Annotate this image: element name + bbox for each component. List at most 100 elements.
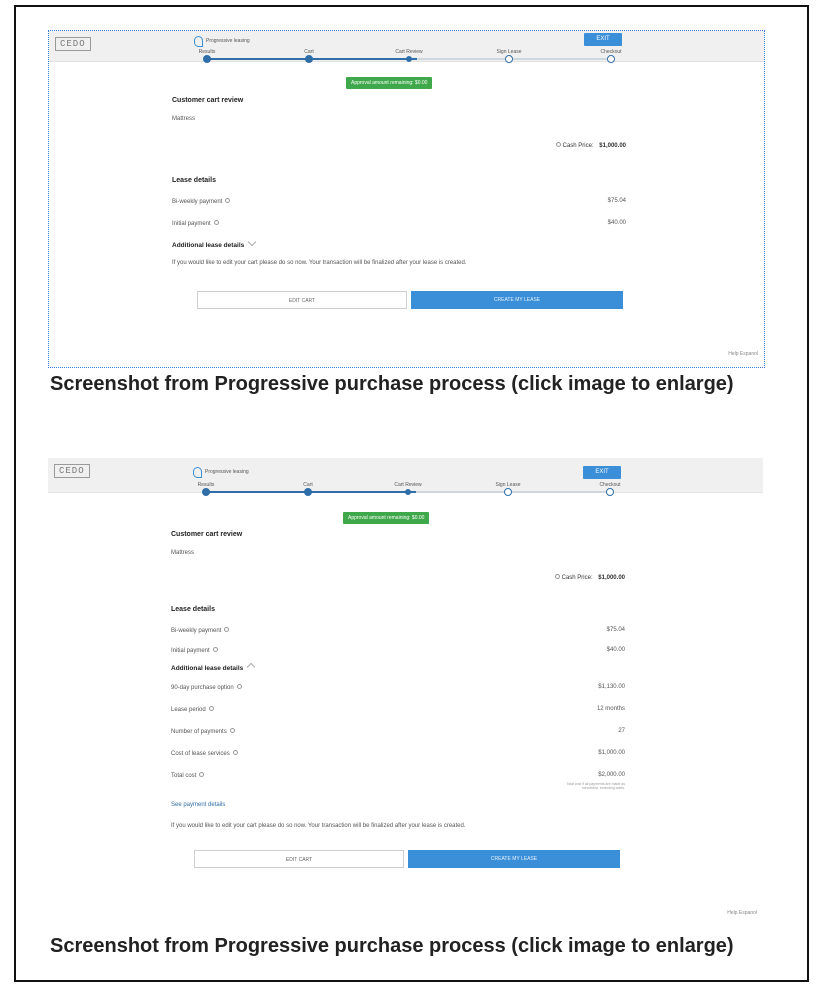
initial-label: Initial payment bbox=[171, 648, 210, 654]
lease-period-label: Lease period bbox=[171, 707, 206, 713]
progressive-brand: Progressive leasing bbox=[194, 35, 250, 47]
lease-details-title: Lease details bbox=[172, 177, 216, 184]
cost-value: $1,000.00 bbox=[598, 750, 625, 756]
additional-lease-toggle[interactable]: Additional lease details bbox=[171, 662, 256, 672]
cash-price-value: $1,000.00 bbox=[598, 575, 625, 581]
step-sign-lease: Sign Lease bbox=[479, 49, 539, 63]
step-cart: Cart bbox=[279, 49, 339, 63]
info-icon bbox=[555, 142, 561, 147]
lease-details-title: Lease details bbox=[171, 606, 215, 613]
caption-2: Screenshot from Progressive purchase pro… bbox=[50, 935, 734, 957]
number-of-payments: Number of payments bbox=[171, 728, 235, 735]
edit-cart-note: If you would like to edit your cart plea… bbox=[171, 823, 466, 829]
chevron-down-icon bbox=[248, 237, 257, 247]
info-icon[interactable] bbox=[232, 750, 238, 755]
cart-item: Mattress bbox=[171, 550, 195, 556]
store-logo: CEDO bbox=[55, 37, 91, 51]
step-cart: Cart bbox=[278, 482, 338, 496]
cash-price-label: Cash Price: bbox=[562, 143, 594, 149]
progressive-brand: Progressive leasing bbox=[193, 466, 249, 478]
step-dot bbox=[304, 488, 312, 496]
progressive-logo-icon bbox=[194, 35, 203, 47]
cart-item: Mattress bbox=[172, 116, 196, 122]
step-checkout: Checkout bbox=[581, 49, 641, 63]
cost-of-lease: Cost of lease services bbox=[171, 750, 238, 757]
exit-button[interactable]: EXIT bbox=[583, 466, 621, 479]
initial-value: $40.00 bbox=[607, 220, 626, 226]
edit-cart-button[interactable]: EDIT CART bbox=[197, 291, 407, 309]
purchase-option-label: 90-day purchase option bbox=[171, 685, 234, 691]
footer-links[interactable]: Help Espanol bbox=[728, 351, 758, 357]
additional-lease-toggle[interactable]: Additional lease details bbox=[172, 237, 257, 249]
info-icon[interactable] bbox=[224, 627, 230, 632]
screenshot-2[interactable]: CEDO Progressive leasing EXIT Results Ca… bbox=[48, 458, 763, 928]
info-icon[interactable] bbox=[229, 728, 235, 733]
step-dot bbox=[405, 489, 411, 495]
total-label: Total cost bbox=[171, 773, 197, 779]
step-results: Results bbox=[176, 482, 236, 496]
biweekly-value: $75.04 bbox=[607, 198, 626, 204]
biweekly-label: Bi-weekly payment bbox=[172, 199, 223, 205]
brand-name: Progressive leasing bbox=[205, 469, 249, 475]
step-dot bbox=[606, 488, 614, 496]
step-cart-review: Cart Review bbox=[379, 49, 439, 62]
step-sign-lease: Sign Lease bbox=[478, 482, 538, 496]
step-cart-review: Cart Review bbox=[378, 482, 438, 495]
chevron-up-icon bbox=[247, 662, 256, 672]
purchase-option: 90-day purchase option bbox=[171, 684, 242, 691]
num-payments-label: Number of payments bbox=[171, 729, 227, 735]
cash-price: Cash Price: $1,000.00 bbox=[552, 574, 625, 581]
biweekly-label: Bi-weekly payment bbox=[171, 628, 222, 634]
biweekly-value: $75.04 bbox=[606, 627, 625, 633]
total-footnote: Total cost if all payments are made as s… bbox=[566, 782, 625, 790]
info-icon[interactable] bbox=[199, 772, 205, 777]
store-logo: CEDO bbox=[54, 464, 90, 478]
num-payments-value: 27 bbox=[618, 728, 625, 734]
step-dot bbox=[607, 55, 615, 63]
cash-price-label: Cash Price: bbox=[561, 575, 593, 581]
cash-price-value: $1,000.00 bbox=[599, 143, 626, 149]
step-dot bbox=[504, 488, 512, 496]
info-icon bbox=[554, 574, 560, 579]
total-cost: Total cost bbox=[171, 772, 205, 779]
step-dot bbox=[406, 56, 412, 62]
additional-lease-label: Additional lease details bbox=[171, 665, 244, 672]
exit-button[interactable]: EXIT bbox=[584, 33, 622, 46]
initial-label: Initial payment bbox=[172, 221, 211, 227]
see-payment-details-link[interactable]: See payment details bbox=[171, 802, 225, 808]
info-icon[interactable] bbox=[213, 220, 219, 225]
screenshot-1[interactable]: CEDO Progressive leasing EXIT Results Ca… bbox=[48, 30, 765, 368]
progress-steps: Results Cart Cart Review Sign Lease Chec… bbox=[198, 482, 621, 496]
info-icon[interactable] bbox=[212, 647, 218, 652]
lease-period-value: 12 months bbox=[596, 706, 625, 712]
approval-badge: Approval amount remaining: $0.00 bbox=[346, 77, 433, 89]
info-icon[interactable] bbox=[236, 684, 242, 689]
lease-period: Lease period bbox=[171, 706, 214, 713]
additional-lease-label: Additional lease details bbox=[172, 242, 245, 249]
cart-review-title: Customer cart review bbox=[172, 97, 244, 104]
purchase-option-value: $1,130.00 bbox=[598, 684, 625, 690]
step-dot bbox=[305, 55, 313, 63]
biweekly-payment: Bi-weekly payment bbox=[172, 198, 231, 205]
step-dot bbox=[202, 488, 210, 496]
biweekly-payment: Bi-weekly payment bbox=[171, 627, 230, 634]
initial-payment: Initial payment bbox=[172, 220, 219, 227]
step-dot bbox=[203, 55, 211, 63]
progress-steps: Results Cart Cart Review Sign Lease Chec… bbox=[199, 49, 622, 63]
approval-badge: Approval amount remaining: $0.00 bbox=[343, 512, 430, 524]
initial-value: $40.00 bbox=[606, 647, 625, 653]
step-checkout: Checkout bbox=[580, 482, 640, 496]
cost-label: Cost of lease services bbox=[171, 751, 230, 757]
step-results: Results bbox=[177, 49, 237, 63]
info-icon[interactable] bbox=[225, 198, 231, 203]
cash-price: Cash Price: $1,000.00 bbox=[553, 142, 626, 149]
cart-review-title: Customer cart review bbox=[171, 531, 243, 538]
edit-cart-button[interactable]: EDIT CART bbox=[194, 850, 404, 868]
create-lease-button[interactable]: CREATE MY LEASE bbox=[408, 850, 620, 868]
info-icon[interactable] bbox=[208, 706, 214, 711]
caption-1: Screenshot from Progressive purchase pro… bbox=[50, 373, 734, 395]
footer-links[interactable]: Help Espanol bbox=[727, 910, 757, 916]
step-dot bbox=[505, 55, 513, 63]
brand-name: Progressive leasing bbox=[206, 38, 250, 44]
create-lease-button[interactable]: CREATE MY LEASE bbox=[411, 291, 623, 309]
